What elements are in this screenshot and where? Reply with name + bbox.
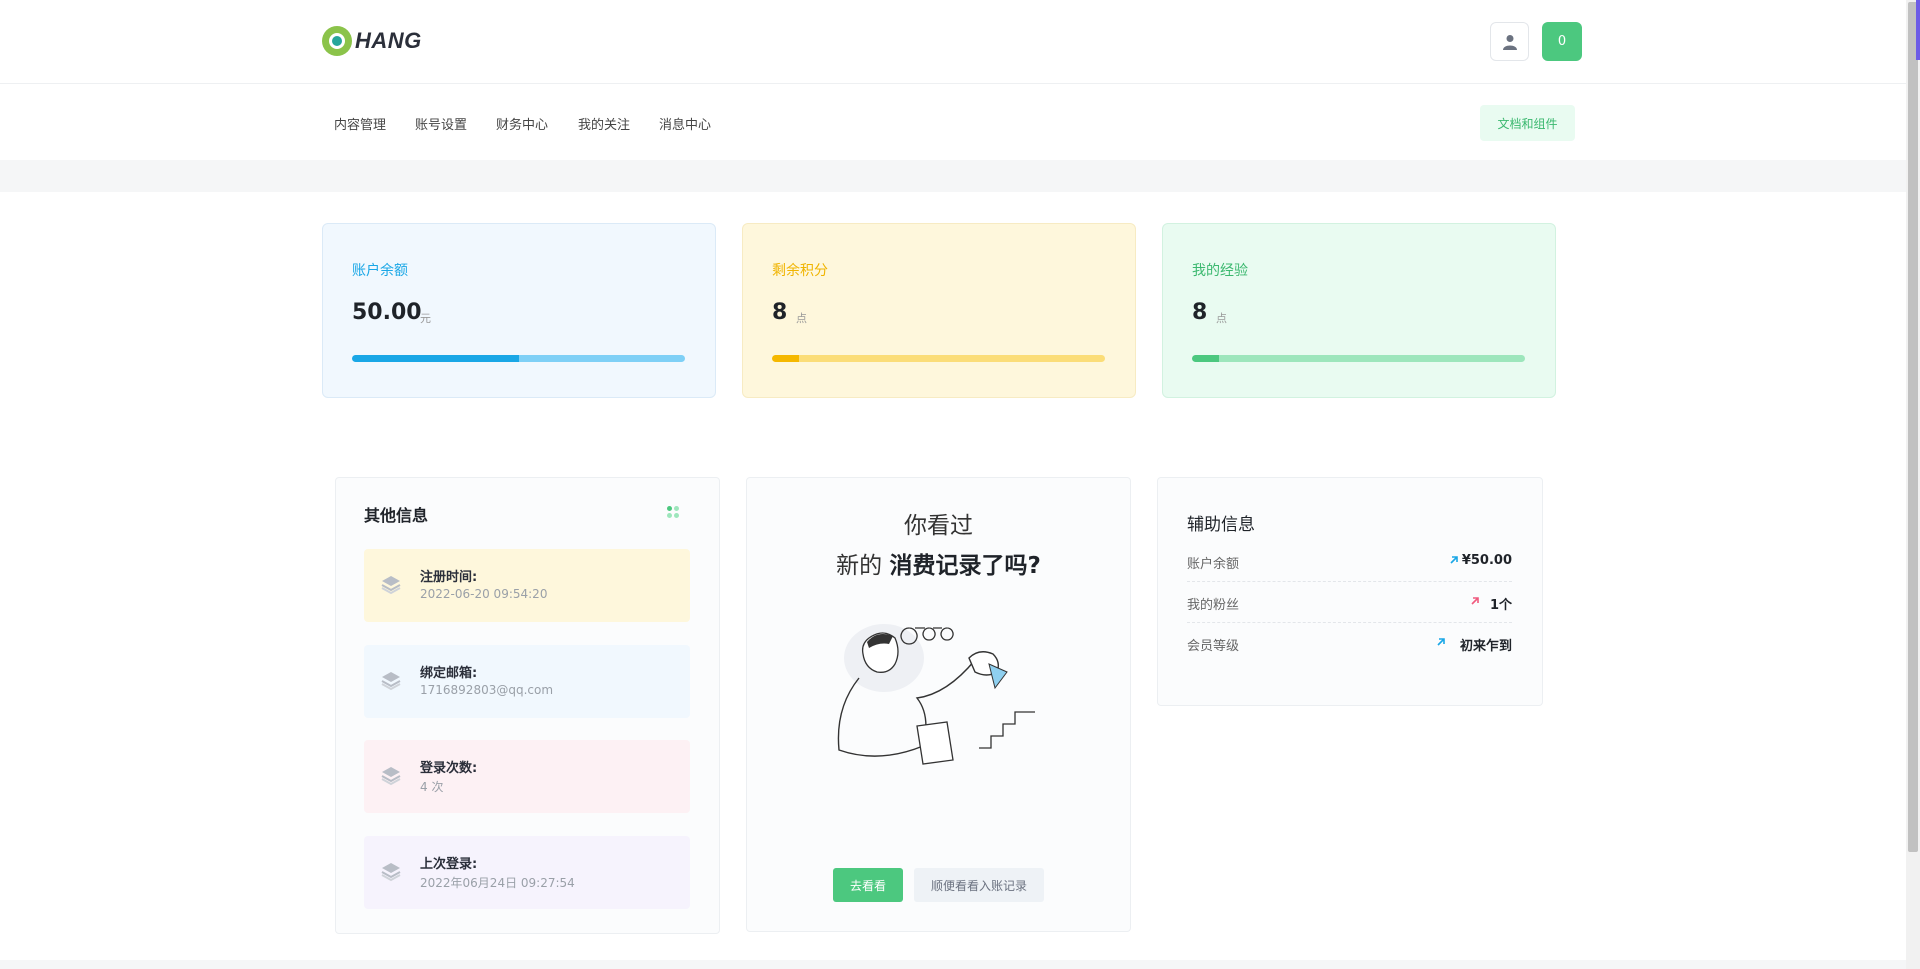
info-item-email: 绑定邮箱: 1716892803@qq.com bbox=[364, 645, 690, 718]
stat-label: 我的经验 bbox=[1192, 263, 1248, 279]
stat-card-points: 剩余积分 8 点 bbox=[742, 223, 1136, 398]
other-info-panel: 其他信息 注册时间: 2022-06-20 09:54:20 绑定邮箱: 171… bbox=[335, 477, 720, 934]
nav-item-follow[interactable]: 我的关注 bbox=[578, 114, 630, 133]
divider-band bbox=[0, 160, 1906, 192]
income-records-button[interactable]: 顺便看看入账记录 bbox=[914, 868, 1044, 902]
arrow-up-right-icon bbox=[1471, 597, 1479, 605]
aux-row-fans: 我的粉丝 1个 bbox=[1187, 582, 1512, 623]
nav-item-content[interactable]: 内容管理 bbox=[334, 114, 386, 133]
logo[interactable]: HANG bbox=[322, 26, 422, 56]
layers-icon bbox=[381, 863, 401, 882]
stat-unit: 元 bbox=[420, 312, 431, 325]
aux-key: 账户余额 bbox=[1187, 557, 1240, 572]
progress-track bbox=[1192, 355, 1525, 362]
info-value: 4 次 bbox=[420, 780, 444, 794]
info-item-login-count: 登录次数: 4 次 bbox=[364, 740, 690, 813]
docs-button[interactable]: 文档和组件 bbox=[1480, 105, 1575, 141]
info-item-register-time: 注册时间: 2022-06-20 09:54:20 bbox=[364, 549, 690, 622]
stat-value: 8 bbox=[1192, 300, 1208, 325]
aux-value: 初来乍到 bbox=[1459, 639, 1512, 654]
promo-heading-prefix: 新的 bbox=[836, 553, 890, 579]
stat-card-experience: 我的经验 8 点 bbox=[1162, 223, 1556, 398]
info-key: 上次登录: bbox=[420, 857, 478, 872]
progress-fill bbox=[772, 355, 799, 362]
layers-icon bbox=[381, 576, 401, 595]
panel-title: 其他信息 bbox=[364, 506, 429, 525]
more-dots-icon[interactable] bbox=[667, 506, 679, 518]
progress-track bbox=[352, 355, 685, 362]
progress-fill bbox=[1192, 355, 1219, 362]
nav-item-finance[interactable]: 财务中心 bbox=[496, 114, 548, 133]
scrollbar-accent bbox=[1916, 0, 1920, 60]
user-button[interactable] bbox=[1490, 22, 1529, 61]
info-value: 2022年06月24日 09:27:54 bbox=[420, 876, 575, 890]
info-key: 绑定邮箱: bbox=[420, 666, 478, 681]
arrow-up-right-icon bbox=[1437, 638, 1445, 646]
stat-value: 8 bbox=[772, 300, 788, 325]
panel-title: 辅助信息 bbox=[1187, 515, 1255, 535]
aux-key: 会员等级 bbox=[1187, 639, 1240, 654]
main-nav: 内容管理 账号设置 财务中心 我的关注 消息中心 文档和组件 bbox=[0, 85, 1906, 160]
page-scrollbar[interactable] bbox=[1906, 0, 1920, 969]
aux-value: 1个 bbox=[1489, 598, 1512, 613]
user-icon bbox=[1502, 34, 1517, 50]
promo-heading-line1: 你看过 bbox=[904, 513, 973, 539]
person-reading-illustration bbox=[837, 624, 1035, 765]
stat-unit: 点 bbox=[796, 312, 807, 325]
progress-track bbox=[772, 355, 1105, 362]
aux-row-balance: 账户余额 ¥50.00 bbox=[1187, 541, 1512, 582]
layers-icon bbox=[381, 672, 401, 691]
stat-card-balance: 账户余额 50.00 元 bbox=[322, 223, 716, 398]
layers-icon bbox=[381, 767, 401, 786]
scrollbar-thumb[interactable] bbox=[1908, 2, 1918, 852]
info-key: 注册时间: bbox=[420, 570, 478, 585]
notification-count-button[interactable]: 0 bbox=[1542, 22, 1582, 61]
info-value: 2022-06-20 09:54:20 bbox=[420, 587, 548, 601]
info-key: 登录次数: bbox=[420, 761, 478, 776]
footer-band bbox=[0, 960, 1906, 969]
aux-info-panel: 辅助信息 账户余额 ¥50.00 我的粉丝 1个 会员等级 初来乍到 bbox=[1157, 477, 1543, 706]
stat-unit: 点 bbox=[1216, 312, 1227, 325]
info-value: 1716892803@qq.com bbox=[420, 683, 554, 697]
stat-label: 账户余额 bbox=[352, 263, 408, 279]
nav-item-account[interactable]: 账号设置 bbox=[415, 114, 467, 133]
progress-fill bbox=[352, 355, 519, 362]
promo-panel: 你看过 新的 消费记录了吗? 去看看 顺便看看入账记录 bbox=[746, 477, 1131, 932]
promo-heading-bold: 消费记录了吗? bbox=[889, 553, 1041, 579]
go-view-button[interactable]: 去看看 bbox=[833, 868, 903, 902]
top-header: HANG 0 bbox=[0, 0, 1906, 84]
info-item-last-login: 上次登录: 2022年06月24日 09:27:54 bbox=[364, 836, 690, 909]
promo-heading-line2: 新的 消费记录了吗? bbox=[747, 546, 1130, 580]
arrow-up-right-icon bbox=[1450, 556, 1458, 564]
aux-row-member-level: 会员等级 初来乍到 bbox=[1187, 623, 1512, 664]
logo-icon bbox=[322, 26, 352, 56]
nav-item-messages[interactable]: 消息中心 bbox=[659, 114, 711, 133]
aux-key: 我的粉丝 bbox=[1187, 598, 1240, 613]
logo-text: HANG bbox=[355, 28, 422, 53]
aux-value: ¥50.00 bbox=[1461, 553, 1512, 568]
stat-value: 50.00 bbox=[352, 300, 422, 325]
stat-label: 剩余积分 bbox=[772, 263, 828, 279]
